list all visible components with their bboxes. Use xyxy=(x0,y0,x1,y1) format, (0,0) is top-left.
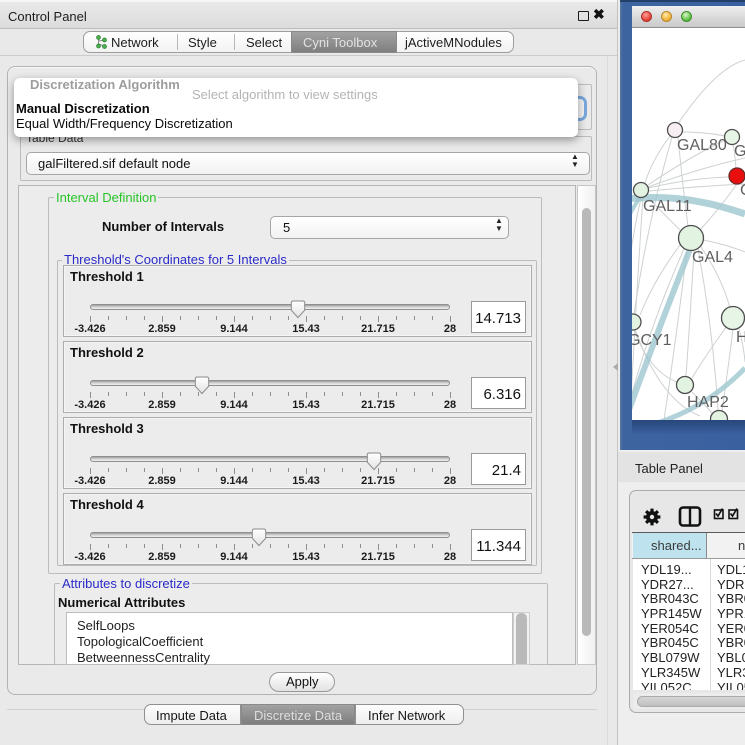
svg-text:GAL4: GAL4 xyxy=(692,249,733,266)
svg-text:C: C xyxy=(740,182,745,199)
svg-text:GAL80: GAL80 xyxy=(677,137,727,154)
svg-text:H: H xyxy=(736,329,745,346)
svg-text:GA: GA xyxy=(734,143,745,160)
svg-text:GAL11: GAL11 xyxy=(643,198,692,215)
svg-text:HAP2: HAP2 xyxy=(687,394,729,411)
svg-text:GCY1: GCY1 xyxy=(632,332,672,349)
